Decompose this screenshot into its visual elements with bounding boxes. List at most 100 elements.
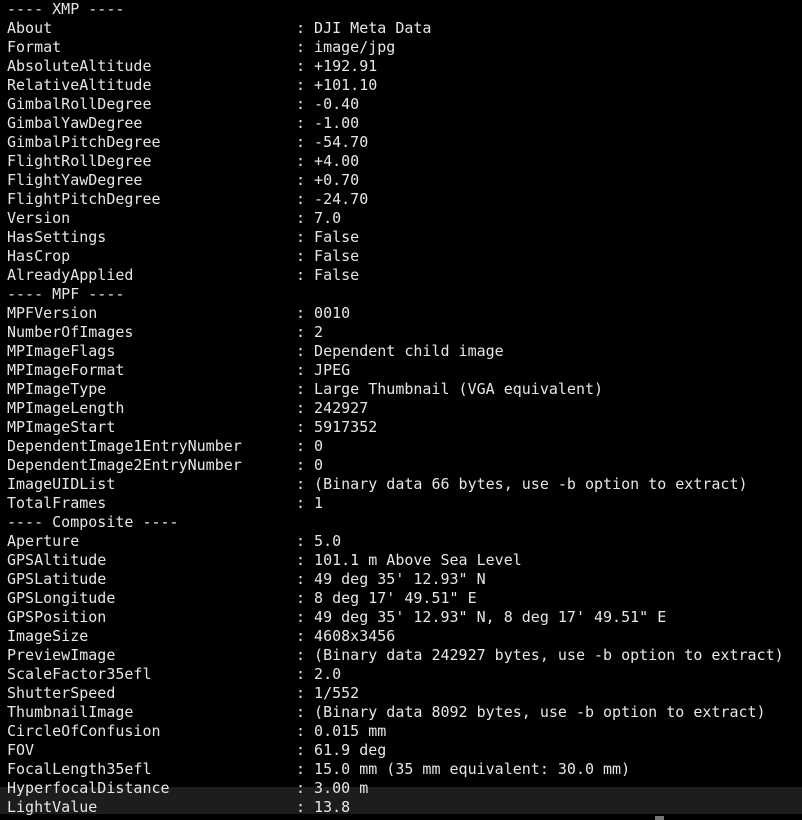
separator: : xyxy=(295,304,315,322)
tag-name: LightValue xyxy=(7,798,98,816)
separator: : xyxy=(295,494,315,512)
tag-value: 4608x3456 xyxy=(314,627,396,645)
metadata-row: Aperture: 5.0 xyxy=(7,532,784,551)
metadata-row: FlightYawDegree: +0.70 xyxy=(7,171,784,190)
section-header: ---- Composite ---- xyxy=(7,513,179,531)
metadata-row: DependentImage2EntryNumber: 0 xyxy=(7,456,784,475)
tag-name: HasSettings xyxy=(7,228,107,246)
metadata-row: TotalFrames: 1 xyxy=(7,494,784,513)
section-header: ---- XMP ---- xyxy=(7,0,125,18)
tag-value: 5.0 xyxy=(314,532,342,550)
metadata-row: FlightRollDegree: +4.00 xyxy=(7,152,784,171)
tag-value: 49 deg 35' 12.93" N xyxy=(314,570,486,588)
metadata-row: HasSettings: False xyxy=(7,228,784,247)
metadata-row: AlreadyApplied: False xyxy=(7,266,784,285)
section-header: ---- MPF ---- xyxy=(7,285,125,303)
tag-value: 7.0 xyxy=(314,209,342,227)
tag-name: PreviewImage xyxy=(7,646,116,664)
tag-value: False xyxy=(314,266,360,284)
tag-value: 15.0 mm (35 mm equivalent: 30.0 mm) xyxy=(314,760,631,778)
tag-name: MPImageStart xyxy=(7,418,116,436)
separator: : xyxy=(295,76,315,94)
tag-name: CircleOfConfusion xyxy=(7,722,161,740)
tag-value: 2 xyxy=(314,323,324,341)
separator: : xyxy=(295,646,315,664)
separator: : xyxy=(295,551,315,569)
metadata-row: ScaleFactor35efl: 2.0 xyxy=(7,665,784,684)
metadata-row: CircleOfConfusion: 0.015 mm xyxy=(7,722,784,741)
separator: : xyxy=(295,684,315,702)
tag-value: 0 xyxy=(314,437,324,455)
metadata-row: MPImageStart: 5917352 xyxy=(7,418,784,437)
metadata-row: GPSPosition: 49 deg 35' 12.93" N, 8 deg … xyxy=(7,608,784,627)
tag-value: False xyxy=(314,228,360,246)
tag-value: +0.70 xyxy=(314,171,360,189)
tag-value: 61.9 deg xyxy=(314,741,387,759)
metadata-row: MPImageFormat: JPEG xyxy=(7,361,784,380)
separator: : xyxy=(295,152,315,170)
tag-name: AlreadyApplied xyxy=(7,266,134,284)
tag-value: False xyxy=(314,247,360,265)
tag-value: -1.00 xyxy=(314,114,360,132)
separator: : xyxy=(295,418,315,436)
tag-value: +101.10 xyxy=(314,76,378,94)
scrollbar-thumb[interactable] xyxy=(655,816,664,820)
tag-name: ThumbnailImage xyxy=(7,703,134,721)
metadata-row: GPSLongitude: 8 deg 17' 49.51" E xyxy=(7,589,784,608)
tag-value: 49 deg 35' 12.93" N, 8 deg 17' 49.51" E xyxy=(314,608,667,626)
metadata-row: AbsoluteAltitude: +192.91 xyxy=(7,57,784,76)
tag-name: About xyxy=(7,19,53,37)
tag-value: -0.40 xyxy=(314,95,360,113)
terminal-output: ---- XMP ---- About: DJI Meta Data Format:… xyxy=(7,0,784,817)
tag-name: GimbalPitchDegree xyxy=(7,133,161,151)
tag-name: FlightRollDegree xyxy=(7,152,152,170)
metadata-row: ShutterSpeed: 1/552 xyxy=(7,684,784,703)
separator: : xyxy=(295,342,315,360)
tag-name: ImageSize xyxy=(7,627,89,645)
tag-name: Version xyxy=(7,209,71,227)
tag-name: TotalFrames xyxy=(7,494,107,512)
tag-name: FlightPitchDegree xyxy=(7,190,161,208)
metadata-row: GimbalPitchDegree: -54.70 xyxy=(7,133,784,152)
metadata-row: HasCrop: False xyxy=(7,247,784,266)
separator: : xyxy=(295,19,315,37)
tag-value: +192.91 xyxy=(314,57,378,75)
metadata-row: FocalLength35efl: 15.0 mm (35 mm equival… xyxy=(7,760,784,779)
metadata-row: PreviewImage: (Binary data 242927 bytes,… xyxy=(7,646,784,665)
metadata-row: Version: 7.0 xyxy=(7,209,784,228)
separator: : xyxy=(295,475,315,493)
metadata-row: GPSLatitude: 49 deg 35' 12.93" N xyxy=(7,570,784,589)
tag-value: (Binary data 242927 bytes, use -b option… xyxy=(314,646,784,664)
tag-name: GPSAltitude xyxy=(7,551,107,569)
tag-name: GPSLatitude xyxy=(7,570,107,588)
tag-name: ShutterSpeed xyxy=(7,684,116,702)
metadata-row: GPSAltitude: 101.1 m Above Sea Level xyxy=(7,551,784,570)
tag-name: AbsoluteAltitude xyxy=(7,57,152,75)
metadata-row: MPImageFlags: Dependent child image xyxy=(7,342,784,361)
tag-value: 1/552 xyxy=(314,684,360,702)
tag-name: FOV xyxy=(7,741,35,759)
metadata-row: RelativeAltitude: +101.10 xyxy=(7,76,784,95)
separator: : xyxy=(295,570,315,588)
tag-name: GPSPosition xyxy=(7,608,107,626)
tag-name: MPImageFormat xyxy=(7,361,125,379)
separator: : xyxy=(295,779,315,797)
separator: : xyxy=(295,456,315,474)
separator: : xyxy=(295,95,315,113)
tag-value: JPEG xyxy=(314,361,351,379)
tag-value: (Binary data 66 bytes, use -b option to … xyxy=(314,475,748,493)
separator: : xyxy=(295,760,315,778)
separator: : xyxy=(295,190,315,208)
tag-name: MPFVersion xyxy=(7,304,98,322)
separator: : xyxy=(295,589,315,607)
tag-value: 8 deg 17' 49.51" E xyxy=(314,589,477,607)
tag-value: Dependent child image xyxy=(314,342,504,360)
metadata-row: NumberOfImages: 2 xyxy=(7,323,784,342)
tag-name: ImageUIDList xyxy=(7,475,116,493)
separator: : xyxy=(295,114,315,132)
separator: : xyxy=(295,532,315,550)
tag-name: NumberOfImages xyxy=(7,323,134,341)
separator: : xyxy=(295,608,315,626)
tag-name: Format xyxy=(7,38,62,56)
metadata-row: ImageUIDList: (Binary data 66 bytes, use… xyxy=(7,475,784,494)
